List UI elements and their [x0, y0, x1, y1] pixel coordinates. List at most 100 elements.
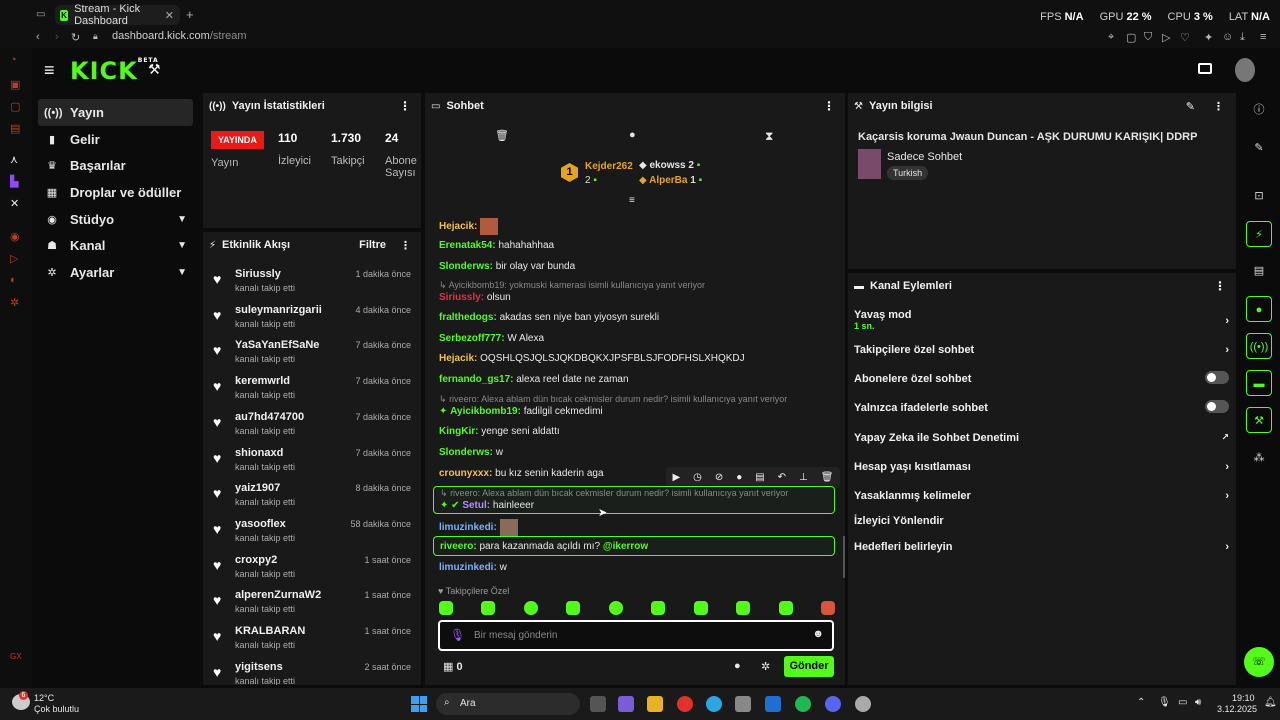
notifications-icon[interactable]: 🔔︎ [1264, 697, 1277, 708]
more-icon[interactable]: ⋮ [1214, 279, 1226, 293]
nav-item-gelir[interactable]: ▮ Gelir [38, 126, 193, 153]
close-icon[interactable]: ✕ [165, 9, 174, 22]
browser-tab[interactable]: K Stream - Kick Dashboard ✕ [55, 3, 180, 27]
emote-icon[interactable] [439, 601, 453, 615]
gifter-2[interactable]: ◆ ekowss 2 ▪ [639, 160, 700, 171]
mail-icon[interactable] [765, 696, 781, 712]
vpn-icon[interactable]: ⛉ [1144, 31, 1152, 44]
more-icon[interactable]: ⋮ [399, 99, 411, 113]
activity-item[interactable]: ♥ KRALBARAN kanalı takip etti 1 saat önce [213, 625, 411, 659]
store-icon[interactable] [735, 696, 751, 712]
kick-side-icon[interactable]: ⋏ [10, 153, 18, 166]
dashboard-icon[interactable] [1198, 63, 1212, 74]
activity-user[interactable]: keremwrld [235, 375, 290, 387]
edit-icon[interactable]: ✎ [1186, 100, 1195, 113]
broadcast-icon[interactable]: ((•)) [1246, 333, 1272, 359]
messenger-icon[interactable]: ▢ [10, 100, 20, 113]
chat-user[interactable]: Siriussly: [439, 292, 484, 303]
activity-item[interactable]: ♥ keremwrld kanalı takip etti 7 dakika önce [213, 375, 411, 409]
network-icon[interactable]: ▭ [1178, 697, 1187, 708]
emote-icon[interactable] [566, 601, 581, 615]
edge-icon[interactable] [706, 696, 722, 712]
gifter-3[interactable]: ◆ AlperBa 1 ▪ [639, 175, 702, 186]
back-icon[interactable]: ‹ [36, 31, 40, 43]
points-display[interactable]: ▦ 0 [443, 660, 463, 673]
sidebar-icon-1[interactable]: ◔ [10, 54, 17, 66]
pencil-icon[interactable]: ✎ [1246, 135, 1272, 161]
heart-icon[interactable]: ♡ [1180, 31, 1190, 44]
activity-user[interactable]: yigitsens [235, 661, 283, 673]
help-icon[interactable]: ☏ [1244, 647, 1274, 677]
copilot-icon[interactable] [618, 696, 634, 712]
emote-icon[interactable] [651, 601, 666, 615]
sidebar-icon-4[interactable]: ◉ [10, 230, 20, 243]
emote-icon[interactable] [608, 601, 623, 615]
more-icon[interactable]: ⋮ [400, 239, 411, 252]
followers-chat-item[interactable]: Takipçilere özel sohbet › [854, 344, 1229, 356]
profile-icon[interactable]: ☺ [1222, 31, 1233, 43]
emote-icon[interactable] [778, 601, 793, 615]
activity-item[interactable]: ♥ croxpy2 kanalı takip etti 1 saat önce [213, 554, 411, 588]
activity-item[interactable]: ♥ suleymanrizgarii kanalı takip etti 4 daki… [213, 304, 411, 338]
activity-user[interactable]: croxpy2 [235, 554, 277, 566]
task-view-icon[interactable] [590, 696, 606, 712]
chat-user[interactable]: Ayicikbomb19: [450, 406, 521, 417]
new-tab-icon[interactable]: + [186, 7, 194, 22]
subs-chat-toggle[interactable] [1205, 371, 1229, 384]
activity-user[interactable]: YaSaYanEfSaNe [235, 339, 319, 351]
sidebar-icon-6[interactable]: ◐ [10, 274, 17, 286]
emote-icon[interactable] [736, 601, 751, 615]
reply-context[interactable]: ↳ Ayicikbomb19: yokmuski kamerasi isimli… [439, 280, 705, 291]
address-bar[interactable]: dashboard.kick.com/stream [112, 30, 247, 42]
activity-item[interactable]: ♥ au7hd474700 kanalı takip etti 7 dakika ön… [213, 411, 411, 445]
emote-icon[interactable] [820, 601, 835, 615]
reply-action-icon[interactable]: ● [736, 472, 742, 483]
sidebar-icon-3[interactable]: ▤ [10, 122, 20, 135]
activity-user[interactable]: Siriussly [235, 268, 281, 280]
reply-context[interactable]: ↳ riveero: Alexa ablam dün bıcak cekmisl… [439, 394, 787, 405]
chat-user[interactable]: riveero: [440, 541, 477, 552]
kick-logo[interactable]: KICKBETA [70, 57, 159, 85]
opera-gx-icon[interactable] [677, 696, 693, 712]
nav-item-basarilar[interactable]: ♛ Başarılar [38, 152, 193, 179]
snapshot-icon[interactable]: ▢ [1126, 31, 1136, 44]
bookmark-icon[interactable]: ⌖ [1108, 31, 1114, 44]
chat-user[interactable]: Serbezoff777: [439, 333, 505, 344]
reload-icon[interactable]: ↻ [71, 31, 80, 44]
download-icon[interactable]: ⤓ [1240, 31, 1245, 44]
activity-user[interactable]: shionaxd [235, 447, 283, 459]
nav-item-yayin[interactable]: ((•)) Yayın [38, 99, 193, 126]
steam-icon[interactable] [855, 696, 871, 712]
activity-user[interactable]: au7hd474700 [235, 411, 304, 423]
microphone-icon[interactable]: 🎙︎ [1158, 697, 1171, 708]
clock-date[interactable]: 3.12.2025 [1217, 704, 1257, 714]
extensions-icon[interactable]: ✦ [1204, 31, 1213, 44]
document-icon[interactable]: ▤ [1246, 258, 1272, 284]
chat-icon[interactable]: ● [1246, 296, 1272, 322]
chat-user[interactable]: fralthedogs: [439, 312, 497, 323]
chat-input[interactable]: 🎙︎ Bir mesaj gönderin ☻ [438, 620, 834, 651]
emote-icon[interactable] [523, 601, 538, 615]
filter-button[interactable]: Filtre [359, 239, 386, 251]
slow-mode-item[interactable]: Yavaş mod 1 sn. › [854, 309, 1229, 331]
weather-temp[interactable]: 12°C [34, 693, 54, 703]
hammer-icon[interactable]: ⚒ [148, 61, 161, 78]
spotify-icon[interactable] [795, 696, 811, 712]
menu-icon[interactable]: ≡ [1260, 31, 1266, 43]
emoji-icon[interactable]: ☻ [812, 628, 824, 640]
chat-user[interactable]: fernando_gs17: [439, 374, 513, 385]
chat-settings-icon[interactable]: ● [734, 660, 741, 672]
reply-context[interactable]: ↳ riveero: Alexa ablam dün bıcak cekmisl… [440, 488, 788, 499]
age-restriction-item[interactable]: Hesap yaşı kısıtlaması › [854, 461, 1229, 473]
capture-icon[interactable]: ⊡ [1246, 183, 1272, 209]
bolt-icon[interactable]: ⚡ [1246, 221, 1272, 247]
x-icon[interactable]: ✕ [10, 197, 19, 210]
chat-user[interactable]: Slonderws: [439, 261, 493, 272]
microphone-icon[interactable]: 🎙︎ [450, 628, 465, 642]
more-icon[interactable]: ⋮ [823, 99, 835, 113]
chat-user[interactable]: Slonderws: [439, 447, 493, 458]
activity-item[interactable]: ♥ yasooflex kanalı takip etti 58 dakika önc… [213, 518, 411, 552]
dashboard-icon[interactable]: ▬ [1246, 370, 1272, 396]
nav-item-kanal[interactable]: ☗ Kanal ▼ [38, 232, 193, 259]
activity-item[interactable]: ♥ YaSaYanEfSaNe kanalı takip etti 7 dakika … [213, 339, 411, 373]
